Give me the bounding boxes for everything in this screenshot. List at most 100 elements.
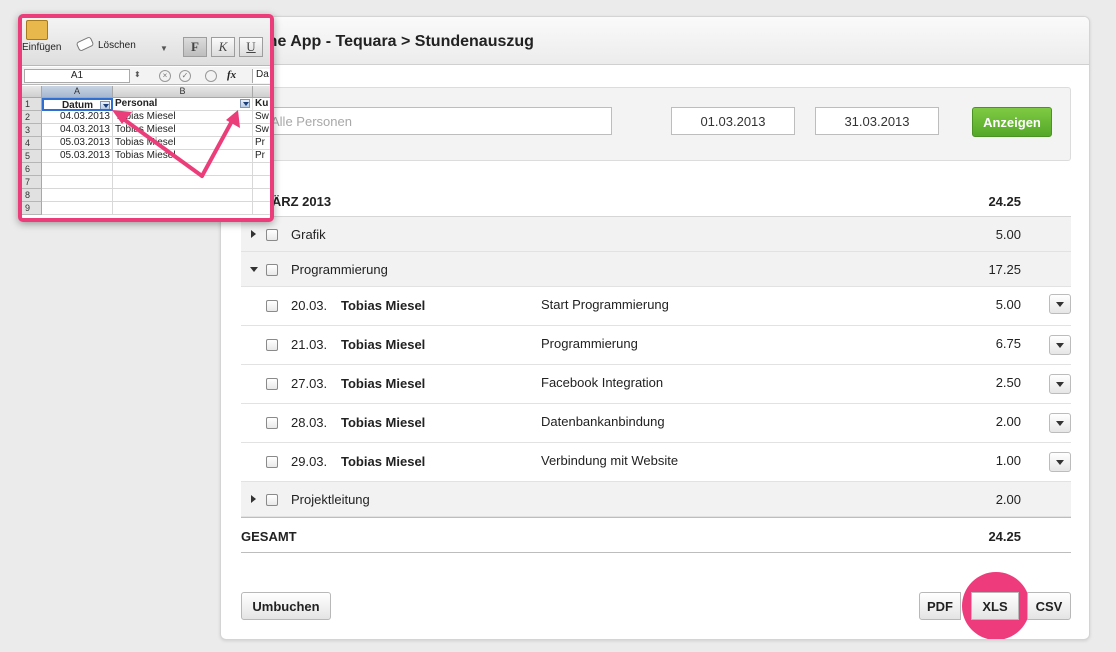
row-header[interactable]: 6	[22, 163, 42, 176]
clear-label[interactable]: Löschen	[98, 40, 136, 51]
cell[interactable]	[42, 176, 113, 189]
autofilter-button[interactable]	[100, 101, 110, 109]
show-button[interactable]: Anzeigen	[972, 107, 1052, 137]
entry-checkbox[interactable]	[266, 456, 278, 468]
cell[interactable]	[253, 163, 270, 176]
autofilter-button[interactable]	[240, 99, 250, 108]
entry-menu-button[interactable]	[1049, 335, 1071, 355]
column-header-b[interactable]: B	[113, 86, 253, 98]
entry-hours: 6.75	[995, 336, 1021, 351]
report-panel: Meine App - Tequara > Stundenauszug Anze…	[220, 16, 1090, 640]
entry-checkbox[interactable]	[266, 378, 278, 390]
cell[interactable]: Tobias Miesel	[113, 137, 253, 150]
cell[interactable]	[253, 202, 270, 215]
cell-header-datum[interactable]: Datum	[42, 98, 113, 111]
row-header[interactable]: 9	[22, 202, 42, 215]
entry-menu-button[interactable]	[1049, 413, 1071, 433]
name-box[interactable]: A1	[24, 69, 130, 83]
cell[interactable]	[113, 189, 253, 202]
italic-button[interactable]: K	[211, 37, 235, 57]
cell[interactable]	[42, 202, 113, 215]
date-from-input[interactable]	[671, 107, 795, 135]
row-header[interactable]: 7	[22, 176, 42, 189]
entry-menu-button[interactable]	[1049, 452, 1071, 472]
cell[interactable]: Pr	[253, 137, 270, 150]
function-wizard-icon[interactable]	[205, 70, 217, 82]
cell[interactable]	[113, 163, 253, 176]
row-header[interactable]: 4	[22, 137, 42, 150]
category-row-projektleitung[interactable]: Projektleitung 2.00	[241, 482, 1071, 517]
cell[interactable]: 05.03.2013	[42, 137, 113, 150]
expand-arrow-icon[interactable]	[251, 495, 256, 503]
select-all-corner[interactable]	[22, 86, 42, 98]
entry-hours: 2.50	[995, 375, 1021, 390]
cell[interactable]: 04.03.2013	[42, 124, 113, 137]
entry-person: Tobias Miesel	[341, 376, 426, 391]
row-header[interactable]: 2	[22, 111, 42, 124]
entry-checkbox[interactable]	[266, 300, 278, 312]
entry-checkbox[interactable]	[266, 339, 278, 351]
bold-button[interactable]: F	[183, 37, 207, 57]
paste-icon[interactable]	[26, 20, 48, 40]
collapse-arrow-icon[interactable]	[250, 267, 258, 272]
cell[interactable]	[253, 176, 270, 189]
category-checkbox[interactable]	[266, 494, 278, 506]
row-header[interactable]: 1	[22, 98, 42, 111]
chevron-down-icon[interactable]: ▼	[160, 44, 168, 53]
export-csv-button[interactable]: CSV	[1027, 592, 1071, 620]
cell[interactable]: Pr	[253, 150, 270, 163]
cell[interactable]: Tobias Miesel	[113, 111, 253, 124]
export-xls-button[interactable]: XLS	[971, 592, 1019, 620]
entry-menu-button[interactable]	[1049, 374, 1071, 394]
fx-icon[interactable]: fx	[227, 69, 236, 81]
date-to-input[interactable]	[815, 107, 939, 135]
grand-total-row: GESAMT 24.25	[241, 517, 1071, 553]
entry-row: 29.03. Tobias Miesel Verbindung mit Webs…	[241, 443, 1071, 482]
person-filter-input[interactable]	[262, 107, 612, 135]
entry-row: 20.03. Tobias Miesel Start Programmierun…	[241, 287, 1071, 326]
entry-hours: 5.00	[995, 297, 1021, 312]
expand-arrow-icon[interactable]	[251, 230, 256, 238]
cell-header-personal[interactable]: Personal	[113, 98, 253, 111]
entry-description: Programmierung	[541, 336, 638, 351]
cell[interactable]	[253, 189, 270, 202]
category-checkbox[interactable]	[266, 229, 278, 241]
cell[interactable]: Tobias Miesel	[113, 124, 253, 137]
entry-person: Tobias Miesel	[341, 298, 426, 313]
formula-input[interactable]: Da	[252, 69, 270, 83]
cell[interactable]: 05.03.2013	[42, 150, 113, 163]
entry-person: Tobias Miesel	[341, 454, 426, 469]
cell[interactable]	[42, 163, 113, 176]
category-row-programmierung[interactable]: Programmierung 17.25	[241, 252, 1071, 287]
rebook-button[interactable]: Umbuchen	[241, 592, 331, 620]
row-header[interactable]: 5	[22, 150, 42, 163]
row-header[interactable]: 8	[22, 189, 42, 202]
category-label: Programmierung	[291, 262, 388, 277]
month-header-row: MÄRZ 2013 24.25	[241, 185, 1071, 217]
entry-checkbox[interactable]	[266, 417, 278, 429]
paste-label[interactable]: Einfügen	[22, 42, 61, 53]
cell-text: Personal	[115, 98, 158, 109]
row-header[interactable]: 3	[22, 124, 42, 137]
cell-header-kunde[interactable]: Ku	[253, 98, 270, 111]
cell[interactable]: Sw	[253, 111, 270, 124]
category-checkbox[interactable]	[266, 264, 278, 276]
accept-icon[interactable]: ✓	[179, 70, 191, 82]
underline-button[interactable]: U	[239, 37, 263, 57]
chevron-down-icon	[103, 104, 109, 108]
cancel-icon[interactable]: ×	[159, 70, 171, 82]
cell[interactable]	[113, 176, 253, 189]
eraser-icon[interactable]	[75, 36, 95, 52]
entry-date: 20.03.	[291, 298, 328, 313]
cell[interactable]: 04.03.2013	[42, 111, 113, 124]
name-box-stepper-icon[interactable]: ⬍	[134, 70, 141, 79]
cell[interactable]	[113, 202, 253, 215]
column-header-c[interactable]	[253, 86, 270, 98]
entry-menu-button[interactable]	[1049, 294, 1071, 314]
export-pdf-button[interactable]: PDF	[919, 592, 961, 620]
cell[interactable]: Tobias Miesel	[113, 150, 253, 163]
cell[interactable]	[42, 189, 113, 202]
category-row-grafik[interactable]: Grafik 5.00	[241, 217, 1071, 252]
column-header-a[interactable]: A	[42, 86, 113, 98]
cell[interactable]: Sw	[253, 124, 270, 137]
